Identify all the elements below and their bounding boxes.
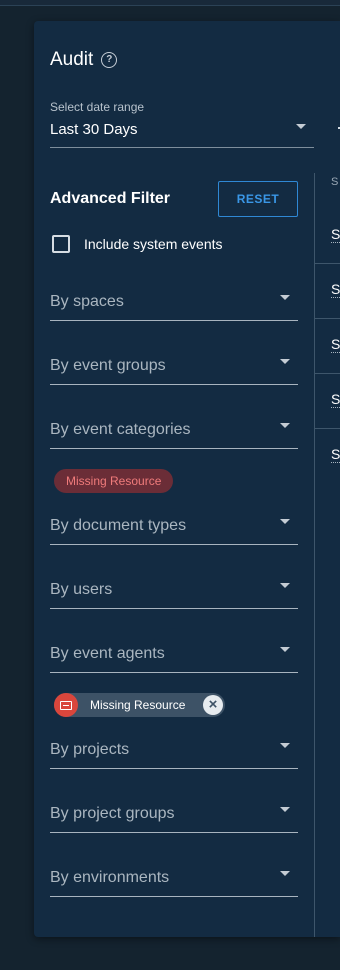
chevron-down-icon: [280, 359, 290, 364]
table-cell[interactable]: S: [331, 226, 340, 243]
table-cell[interactable]: S: [331, 336, 340, 353]
users-select[interactable]: By users: [50, 569, 298, 609]
chevron-down-icon: [280, 519, 290, 524]
spaces-select[interactable]: By spaces: [50, 281, 298, 321]
projects-select[interactable]: By projects: [50, 729, 298, 769]
page-title: Audit: [50, 49, 94, 70]
projects-placeholder: By projects: [50, 741, 130, 758]
event-categories-select[interactable]: By event categories: [50, 409, 298, 449]
include-system-events-checkbox[interactable]: [52, 235, 70, 253]
chevron-down-icon: [280, 807, 290, 812]
event-groups-placeholder: By event groups: [50, 357, 166, 374]
date-range-label: Select date range: [50, 100, 145, 114]
chevron-down-icon: [280, 647, 290, 652]
event-agents-placeholder: By event agents: [50, 645, 165, 662]
table-cell[interactable]: S: [331, 281, 340, 298]
include-system-events-label: Include system events: [84, 236, 223, 252]
chevron-down-icon: [280, 295, 290, 300]
date-range-value: Last 30 Days: [50, 121, 138, 138]
event-groups-select[interactable]: By event groups: [50, 345, 298, 385]
event-agent-chip[interactable]: Missing Resource ×: [54, 693, 225, 717]
event-agents-select[interactable]: By event agents: [50, 633, 298, 673]
spaces-placeholder: By spaces: [50, 293, 124, 310]
title-row: Audit ?: [50, 49, 118, 71]
date-range-select[interactable]: Select date range Last 30 Days: [50, 100, 314, 148]
table-row[interactable]: S: [315, 429, 340, 484]
chevron-down-icon: [280, 423, 290, 428]
users-placeholder: By users: [50, 581, 113, 598]
agent-avatar-icon: [54, 693, 78, 717]
table-row[interactable]: S: [315, 209, 340, 264]
chevron-down-icon: [280, 583, 290, 588]
table-column-header: S: [331, 176, 339, 188]
close-icon[interactable]: ×: [203, 695, 223, 715]
project-groups-placeholder: By project groups: [50, 805, 175, 822]
audit-panel: Audit ? Select date range Last 30 Days S…: [34, 21, 340, 937]
top-bar-edge: [0, 0, 340, 6]
help-icon[interactable]: ?: [101, 52, 118, 68]
event-categories-placeholder: By event categories: [50, 421, 191, 438]
table-row[interactable]: S: [315, 374, 340, 429]
missing-resource-chip[interactable]: Missing Resource: [54, 469, 174, 493]
chevron-down-icon: [280, 871, 290, 876]
table-row[interactable]: S: [315, 319, 340, 374]
document-types-select[interactable]: By document types: [50, 505, 298, 545]
event-agent-chip-label: Missing Resource: [90, 698, 186, 712]
document-types-placeholder: By document types: [50, 517, 187, 534]
include-system-events-row[interactable]: Include system events: [52, 235, 223, 253]
table-cell[interactable]: S: [331, 391, 340, 408]
table-row[interactable]: S: [315, 264, 340, 319]
chevron-down-icon: [296, 124, 306, 129]
environments-select[interactable]: By environments: [50, 857, 298, 897]
table-cell[interactable]: S: [331, 446, 340, 463]
advanced-filter-title: Advanced Filter: [50, 190, 171, 207]
environments-placeholder: By environments: [50, 869, 170, 886]
chevron-down-icon: [280, 743, 290, 748]
reset-button[interactable]: RESET: [218, 181, 298, 217]
project-groups-select[interactable]: By project groups: [50, 793, 298, 833]
